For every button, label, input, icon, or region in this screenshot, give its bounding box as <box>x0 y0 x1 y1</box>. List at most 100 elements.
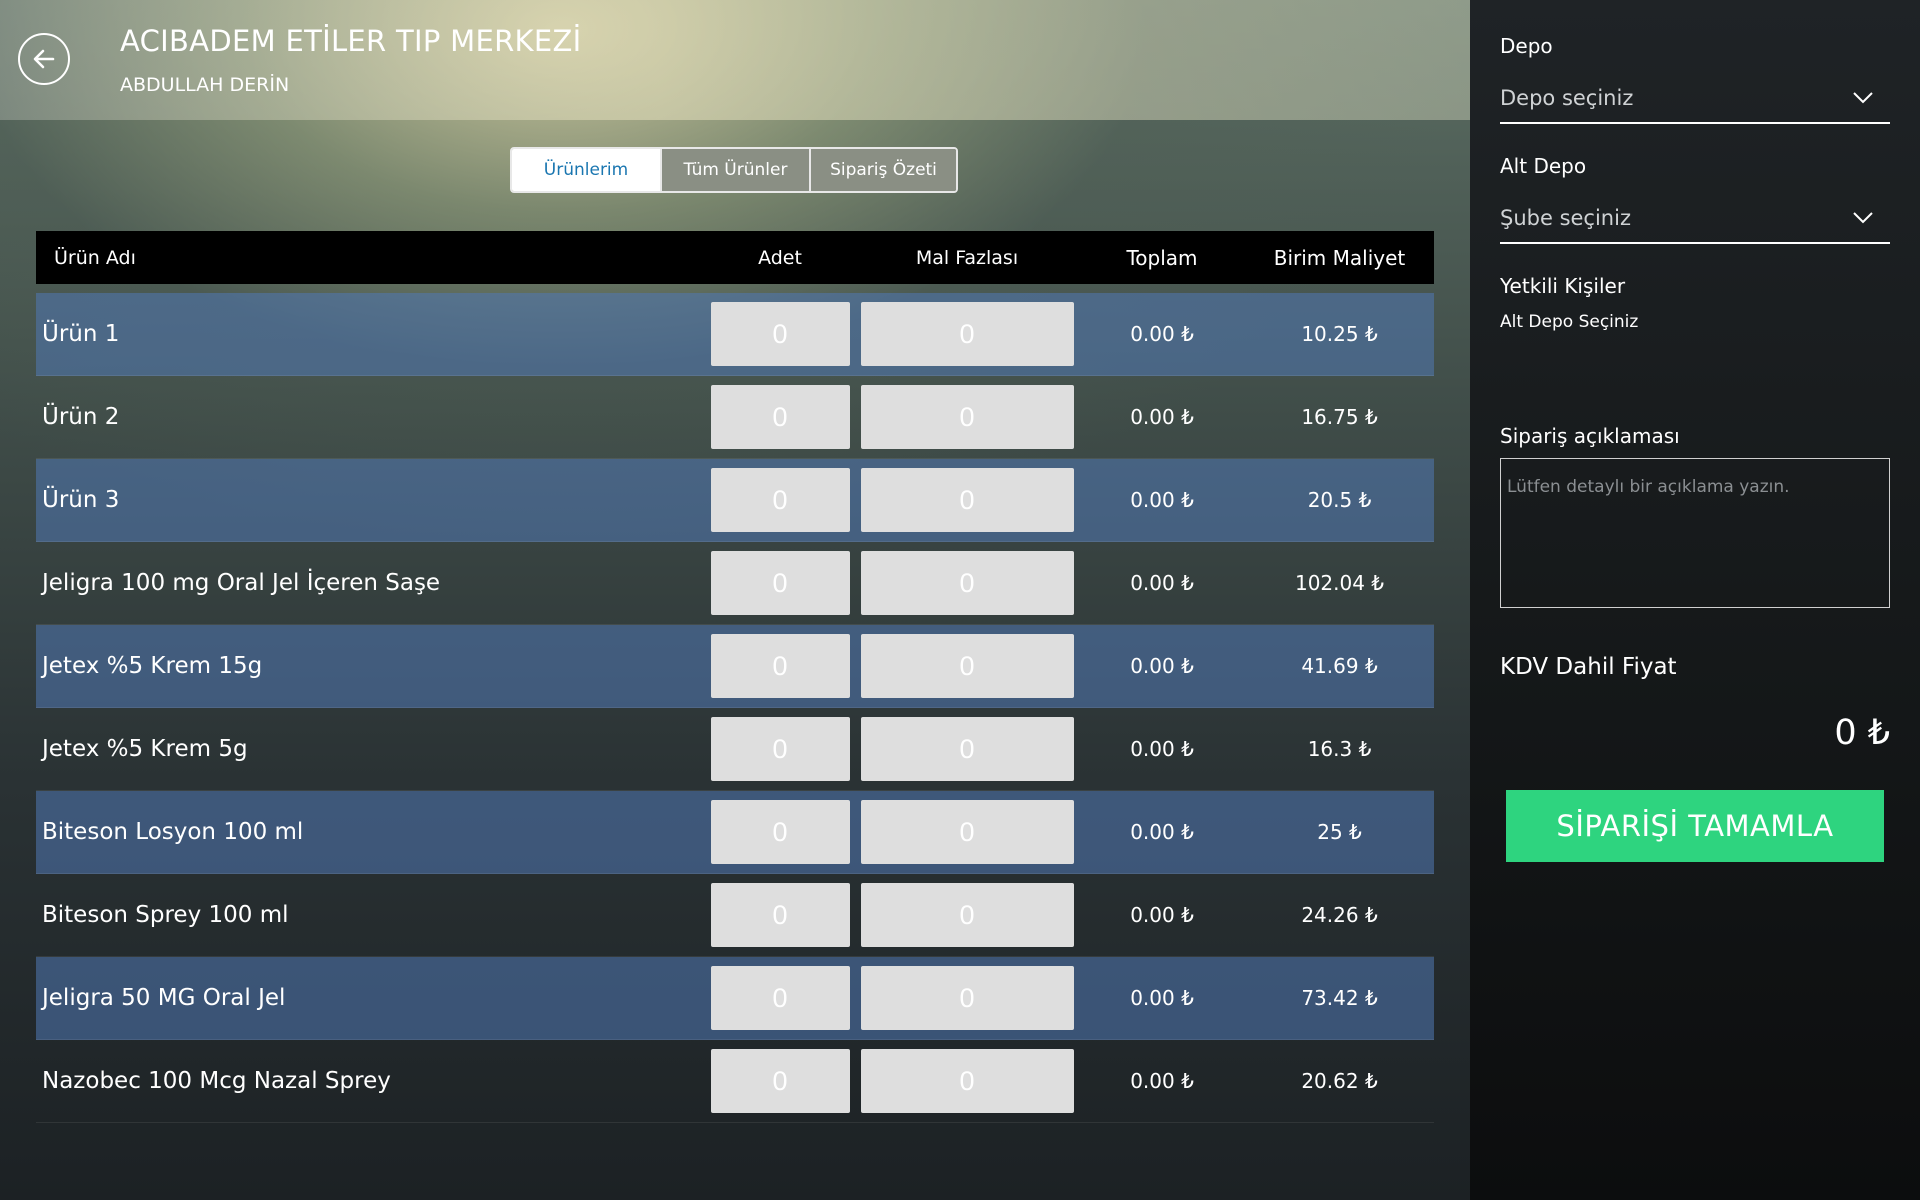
siparis-aciklamasi-label: Sipariş açıklaması <box>1500 424 1680 448</box>
mal-fazlasi-cell: 0 <box>855 883 1079 947</box>
product-name: Biteson Losyon 100 ml <box>42 819 304 845</box>
toplam-value: 0.00 ₺ <box>1130 986 1194 1010</box>
adet-cell: 0 <box>705 1049 855 1113</box>
tab-urunlerim[interactable]: Ürünlerim <box>512 149 662 191</box>
tab-siparis-ozeti[interactable]: Sipariş Özeti <box>811 149 956 191</box>
column-header-toplam: Toplam <box>1126 245 1198 270</box>
mal-fazlasi-input[interactable]: 0 <box>860 800 1074 864</box>
adet-input[interactable]: 0 <box>710 883 850 947</box>
mal-fazlasi-input[interactable]: 0 <box>860 468 1074 532</box>
birim-maliyet-value: 20.5 ₺ <box>1307 488 1372 512</box>
table-row: Jeligra 50 MG Oral Jel 0 0 0.00 ₺ 73.42 ₺ <box>36 957 1434 1040</box>
page-subtitle: ABDULLAH DERİN <box>120 74 290 96</box>
adet-cell: 0 <box>705 800 855 864</box>
product-name: Ürün 1 <box>42 321 120 347</box>
toplam-value: 0.00 ₺ <box>1130 322 1194 346</box>
toplam-value: 0.00 ₺ <box>1130 571 1194 595</box>
toplam-value: 0.00 ₺ <box>1130 405 1194 429</box>
chevron-down-icon <box>1853 212 1873 224</box>
birim-maliyet-value: 25 ₺ <box>1317 820 1362 844</box>
birim-maliyet-value: 16.75 ₺ <box>1301 405 1378 429</box>
table-body: Ürün 1 0 0 0.00 ₺ 10.25 ₺ Ürün 2 0 0 0.00 ₺ 16.75… <box>36 293 1434 1123</box>
product-name: Jeligra 100 mg Oral Jel İçeren Saşe <box>42 570 441 596</box>
product-name: Jetex %5 Krem 5g <box>42 736 248 762</box>
mal-fazlasi-cell: 0 <box>855 302 1079 366</box>
mal-fazlasi-input[interactable]: 0 <box>860 385 1074 449</box>
adet-cell: 0 <box>705 634 855 698</box>
mal-fazlasi-input[interactable]: 0 <box>860 717 1074 781</box>
toplam-value: 0.00 ₺ <box>1130 488 1194 512</box>
complete-order-button[interactable]: SİPARİŞİ TAMAMLA <box>1506 790 1884 862</box>
column-header-name: Ürün Adı <box>54 246 136 269</box>
adet-input[interactable]: 0 <box>710 302 850 366</box>
adet-input[interactable]: 0 <box>710 1049 850 1113</box>
mal-fazlasi-input[interactable]: 0 <box>860 302 1074 366</box>
table-row: Biteson Losyon 100 ml 0 0 0.00 ₺ 25 ₺ <box>36 791 1434 874</box>
column-header-birim-maliyet: Birim Maliyet <box>1273 245 1406 270</box>
toplam-value: 0.00 ₺ <box>1130 654 1194 678</box>
table-row: Ürün 1 0 0 0.00 ₺ 10.25 ₺ <box>36 293 1434 376</box>
mal-fazlasi-input[interactable]: 0 <box>860 1049 1074 1113</box>
adet-cell: 0 <box>705 966 855 1030</box>
birim-maliyet-value: 10.25 ₺ <box>1301 322 1378 346</box>
yetkili-kisiler-value: Alt Depo Seçiniz <box>1500 312 1639 332</box>
column-header-mal-fazlasi: Mal Fazlası <box>915 246 1019 269</box>
chevron-down-icon <box>1853 92 1873 104</box>
column-header-adet: Adet <box>758 246 802 269</box>
adet-input[interactable]: 0 <box>710 717 850 781</box>
adet-cell: 0 <box>705 717 855 781</box>
toplam-value: 0.00 ₺ <box>1130 903 1194 927</box>
yetkili-kisiler-label: Yetkili Kişiler <box>1500 274 1626 298</box>
adet-input[interactable]: 0 <box>710 966 850 1030</box>
adet-input[interactable]: 0 <box>710 800 850 864</box>
mal-fazlasi-input[interactable]: 0 <box>860 551 1074 615</box>
birim-maliyet-value: 24.26 ₺ <box>1301 903 1378 927</box>
adet-cell: 0 <box>705 385 855 449</box>
back-button[interactable] <box>18 33 70 85</box>
adet-input[interactable]: 0 <box>710 468 850 532</box>
depo-select-value: Depo seçiniz <box>1500 86 1634 110</box>
table-row: Jetex %5 Krem 5g 0 0 0.00 ₺ 16.3 ₺ <box>36 708 1434 791</box>
mal-fazlasi-input[interactable]: 0 <box>860 634 1074 698</box>
adet-input[interactable]: 0 <box>710 634 850 698</box>
mal-fazlasi-cell: 0 <box>855 385 1079 449</box>
adet-cell: 0 <box>705 302 855 366</box>
toplam-value: 0.00 ₺ <box>1130 737 1194 761</box>
table-row: Biteson Sprey 100 ml 0 0 0.00 ₺ 24.26 ₺ <box>36 874 1434 957</box>
table-row: Nazobec 100 Mcg Nazal Sprey 0 0 0.00 ₺ 20.62… <box>36 1040 1434 1123</box>
mal-fazlasi-input[interactable]: 0 <box>860 883 1074 947</box>
product-name: Nazobec 100 Mcg Nazal Sprey <box>42 1068 391 1094</box>
table-row: Ürün 2 0 0 0.00 ₺ 16.75 ₺ <box>36 376 1434 459</box>
mal-fazlasi-cell: 0 <box>855 468 1079 532</box>
product-name: Biteson Sprey 100 ml <box>42 902 289 928</box>
kdv-dahil-fiyat-value: 0 ₺ <box>1834 713 1890 753</box>
table-row: Jeligra 100 mg Oral Jel İçeren Saşe 0 0 0.0… <box>36 542 1434 625</box>
back-arrow-icon <box>33 49 55 69</box>
products-table: Ürün Adı Adet Mal Fazlası Toplam Birim M… <box>36 231 1434 1123</box>
tab-bar: Ürünlerim Tüm Ürünler Sipariş Özeti <box>510 147 958 193</box>
depo-select[interactable]: Depo seçiniz <box>1500 74 1890 124</box>
adet-input[interactable]: 0 <box>710 385 850 449</box>
depo-label: Depo <box>1500 34 1553 58</box>
table-row: Ürün 3 0 0 0.00 ₺ 20.5 ₺ <box>36 459 1434 542</box>
siparis-aciklamasi-input[interactable]: Lütfen detaylı bir açıklama yazın. <box>1500 458 1890 608</box>
mal-fazlasi-input[interactable]: 0 <box>860 966 1074 1030</box>
page-title: ACIBADEM ETİLER TIP MERKEZİ <box>120 24 582 58</box>
birim-maliyet-value: 73.42 ₺ <box>1301 986 1378 1010</box>
main-panel: ACIBADEM ETİLER TIP MERKEZİ ABDULLAH DER… <box>0 0 1470 1200</box>
product-name: Jeligra 50 MG Oral Jel <box>42 985 286 1011</box>
birim-maliyet-value: 102.04 ₺ <box>1294 571 1385 595</box>
tab-tum-urunler[interactable]: Tüm Ürünler <box>662 149 811 191</box>
mal-fazlasi-cell: 0 <box>855 1049 1079 1113</box>
alt-depo-select[interactable]: Şube seçiniz <box>1500 194 1890 244</box>
toplam-value: 0.00 ₺ <box>1130 1069 1194 1093</box>
adet-input[interactable]: 0 <box>710 551 850 615</box>
adet-cell: 0 <box>705 883 855 947</box>
mal-fazlasi-cell: 0 <box>855 717 1079 781</box>
kdv-dahil-fiyat-label: KDV Dahil Fiyat <box>1500 654 1677 680</box>
birim-maliyet-value: 41.69 ₺ <box>1301 654 1378 678</box>
order-sidebar: Depo Depo seçiniz Alt Depo Şube seçiniz … <box>1470 0 1920 1200</box>
mal-fazlasi-cell: 0 <box>855 966 1079 1030</box>
birim-maliyet-value: 20.62 ₺ <box>1301 1069 1378 1093</box>
alt-depo-label: Alt Depo <box>1500 154 1587 178</box>
